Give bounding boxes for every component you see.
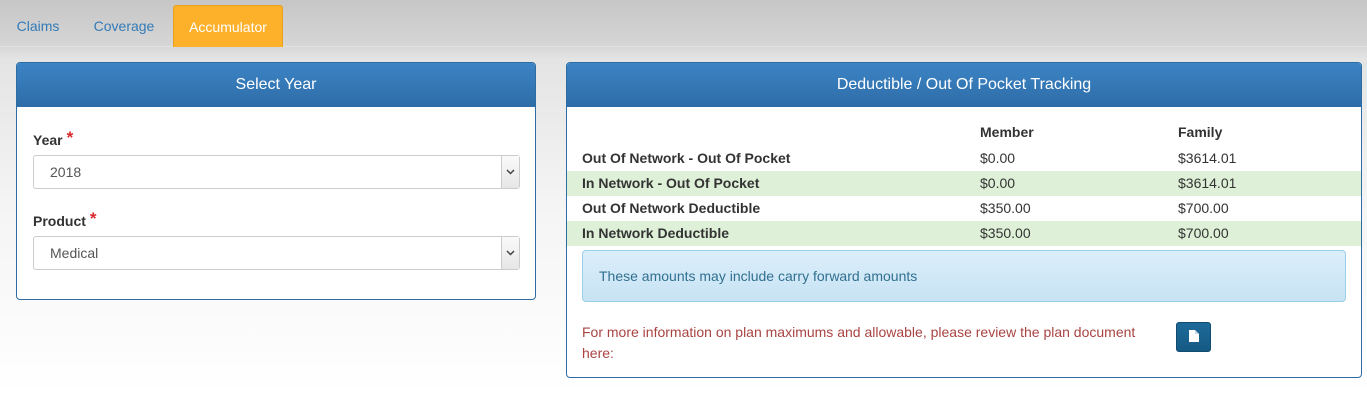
tab-coverage[interactable]: Coverage [80,5,168,47]
select-year-header: Select Year [17,63,535,107]
row-label: Out Of Network - Out Of Pocket [582,150,791,166]
column-header-member: Member [980,124,1034,140]
chevron-down-icon[interactable] [501,237,519,269]
row-label: In Network - Out Of Pocket [582,175,760,191]
product-select[interactable]: Medical [33,236,520,270]
row-label: Out Of Network Deductible [582,200,761,216]
table-row: In Network Deductible $350.00 $700.00 [567,221,1361,246]
product-select-value: Medical [50,245,99,261]
family-value: $3614.01 [1178,175,1237,191]
tracking-panel: Deductible / Out Of Pocket Tracking Memb… [566,62,1362,378]
year-label: Year * [33,128,74,150]
product-label-text: Product [33,213,86,229]
required-asterisk: * [89,209,97,228]
table-row: Out Of Network Deductible $350.00 $700.0… [567,196,1361,221]
member-value: $0.00 [980,175,1016,191]
plan-document-button[interactable] [1176,322,1211,352]
year-label-text: Year [33,132,63,148]
row-label: In Network Deductible [582,225,730,241]
column-header-family: Family [1178,124,1223,140]
tab-claims[interactable]: Claims [4,5,72,47]
panel-title: Deductible / Out Of Pocket Tracking [836,76,1092,93]
table-header: Member Family [567,124,1361,144]
tab-accumulator[interactable]: Accumulator [173,5,283,47]
alert-text: These amounts may include carry forward … [599,268,918,284]
member-value: $350.00 [980,225,1031,241]
member-value: $350.00 [980,200,1031,216]
plan-document-info: For more information on plan maximums an… [582,324,1136,361]
family-value: $700.00 [1178,200,1229,216]
product-label: Product * [33,209,97,231]
tracking-header: Deductible / Out Of Pocket Tracking [567,63,1361,107]
tab-bar: Claims Coverage Accumulator [0,0,1367,47]
required-asterisk: * [66,128,74,147]
family-value: $700.00 [1178,225,1229,241]
carry-forward-alert: These amounts may include carry forward … [582,250,1346,302]
member-value: $0.00 [980,150,1016,166]
select-year-panel: Select Year Year * 2018 Product * Medical [16,62,536,300]
panel-title: Select Year [235,76,317,93]
family-value: $3614.01 [1178,150,1237,166]
file-icon [1188,329,1199,345]
year-select[interactable]: 2018 [33,155,520,189]
chevron-down-icon[interactable] [501,156,519,188]
year-select-value: 2018 [50,164,82,180]
table-row: Out Of Network - Out Of Pocket $0.00 $36… [567,146,1361,171]
table-row: In Network - Out Of Pocket $0.00 $3614.0… [567,171,1361,196]
